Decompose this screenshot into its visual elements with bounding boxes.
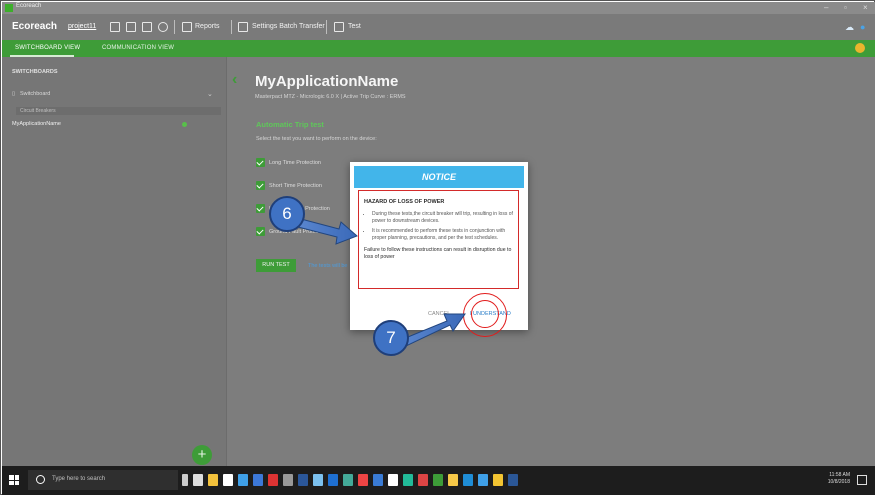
taskbar: Type here to search 11:58 AM 10/8/2018 [2, 466, 875, 495]
sidebar-group: Circuit Breakers [16, 107, 221, 115]
app-icon[interactable] [448, 474, 458, 486]
checkbox-short-time[interactable] [256, 181, 265, 190]
sidebar-item-switchboard[interactable]: Switchboard [20, 91, 50, 97]
store-icon[interactable] [223, 474, 233, 486]
view-tabs: SWITCHBOARD VIEW COMMUNICATION VIEW [2, 40, 875, 57]
system-clock[interactable]: 11:58 AM 10/8/2018 [824, 472, 850, 486]
test-button[interactable]: Test [348, 23, 361, 30]
app-icon[interactable] [418, 474, 428, 486]
app-icon[interactable] [403, 474, 413, 486]
list-item: During these tests,the circuit breaker w… [372, 211, 513, 225]
page-title: MyApplicationName [255, 73, 399, 90]
main-toolbar: Ecoreach project11 Reports Settings Batc… [2, 14, 875, 40]
save-icon[interactable] [126, 22, 136, 32]
sidebar: SWITCHBOARDS ▯ Switchboard ⌄ Circuit Bre… [2, 57, 227, 466]
run-note: The tests will be [308, 263, 348, 269]
check-label: Short Time Protection [269, 183, 322, 189]
app-icon [5, 4, 13, 12]
clock-date: 10/8/2018 [827, 479, 850, 485]
dialog-header: NOTICE [354, 166, 524, 188]
run-test-button[interactable]: RUN TEST [256, 259, 296, 272]
app-icon[interactable] [493, 474, 503, 486]
tab-switchboard-view[interactable]: SWITCHBOARD VIEW [15, 45, 80, 51]
cloud-icon[interactable]: ☁ [845, 22, 854, 33]
app-icon[interactable] [328, 474, 338, 486]
task-view-icon[interactable] [193, 474, 203, 486]
toolbar-divider [174, 20, 175, 34]
status-dot [182, 122, 187, 127]
settings-batch-transfer-button[interactable]: Settings Batch Transfer [252, 23, 325, 30]
help-icon[interactable]: ● [860, 22, 865, 32]
app-icon[interactable] [343, 474, 353, 486]
reports-icon[interactable] [182, 22, 192, 32]
check-label: Long Time Protection [269, 160, 321, 166]
callout-step-7: 7 [373, 320, 409, 356]
file-explorer-icon[interactable] [208, 474, 218, 486]
hazard-title: HAZARD OF LOSS OF POWER [364, 199, 445, 205]
app-window: Ecoreach – ▫ × Ecoreach project11 Report… [0, 0, 875, 495]
list-item: It is recommended to perform these tests… [372, 228, 513, 242]
toolbar-divider [231, 20, 232, 34]
device-subtitle: Masterpact MTZ - Micrologic 6.0 X | Acti… [255, 94, 406, 100]
app-icon[interactable] [313, 474, 323, 486]
reports-button[interactable]: Reports [195, 23, 220, 30]
app-icon[interactable] [268, 474, 278, 486]
sidebar-group-label: Circuit Breakers [20, 108, 56, 114]
title-bar: Ecoreach – ▫ × [2, 2, 875, 14]
app-icon[interactable] [373, 474, 383, 486]
checkbox-ground-fault[interactable] [256, 227, 265, 236]
test-icon[interactable] [334, 22, 344, 32]
sidebar-header: SWITCHBOARDS [12, 69, 58, 75]
maximize-icon[interactable]: ▫ [844, 2, 847, 14]
brand-logo: Ecoreach [12, 21, 58, 32]
action-center-icon[interactable] [857, 475, 867, 485]
mail-icon[interactable] [238, 474, 248, 486]
taskbar-search[interactable]: Type here to search [28, 470, 178, 490]
toolbar-divider [326, 20, 327, 34]
checkbox-long-time[interactable] [256, 158, 265, 167]
failure-note: Failure to follow these instructions can… [364, 247, 512, 260]
callout-step-6: 6 [269, 196, 305, 232]
section-title: Automatic Trip test [256, 120, 324, 129]
search-placeholder: Type here to search [52, 476, 106, 482]
checkbox-instantaneous[interactable] [256, 204, 265, 213]
folder-icon[interactable] [110, 22, 120, 32]
highlight-ring-inner [471, 300, 499, 328]
sidebar-item-application[interactable]: MyApplicationName [12, 121, 61, 127]
app-icon[interactable] [508, 474, 518, 486]
notification-icon[interactable] [855, 43, 865, 53]
warning-box: HAZARD OF LOSS OF POWER During these tes… [358, 190, 519, 289]
add-button[interactable]: + [192, 445, 212, 465]
outlook-icon[interactable] [253, 474, 263, 486]
chrome-icon[interactable] [388, 474, 398, 486]
windows-start-icon[interactable] [9, 475, 19, 485]
batch-transfer-icon[interactable] [238, 22, 248, 32]
window-title: Ecoreach [16, 3, 42, 9]
settings-icon[interactable] [283, 474, 293, 486]
warning-list: During these tests,the circuit breaker w… [372, 211, 513, 242]
back-chevron-icon[interactable]: ‹ [232, 71, 237, 89]
chevron-down-icon[interactable]: ⌄ [207, 90, 213, 98]
tab-communication-view[interactable]: COMMUNICATION VIEW [102, 45, 174, 51]
clock-time: 11:58 AM [829, 472, 850, 478]
close-icon[interactable]: × [863, 2, 868, 14]
cortana-icon [36, 475, 45, 484]
mic-icon[interactable] [182, 474, 188, 486]
switchboard-icon: ▯ [12, 91, 16, 97]
cancel-button[interactable]: CANCEL [428, 311, 450, 317]
project-link[interactable]: project11 [68, 23, 96, 30]
app-icon[interactable] [358, 474, 368, 486]
app-icon[interactable] [478, 474, 488, 486]
ecoreach-icon[interactable] [433, 474, 443, 486]
grid-icon[interactable] [142, 22, 152, 32]
share-icon[interactable] [158, 22, 168, 32]
section-description: Select the test you want to perform on t… [256, 136, 377, 142]
word-icon[interactable] [298, 474, 308, 486]
taskbar-apps [182, 474, 518, 487]
minimize-icon[interactable]: – [824, 2, 828, 14]
app-icon[interactable] [463, 474, 473, 486]
